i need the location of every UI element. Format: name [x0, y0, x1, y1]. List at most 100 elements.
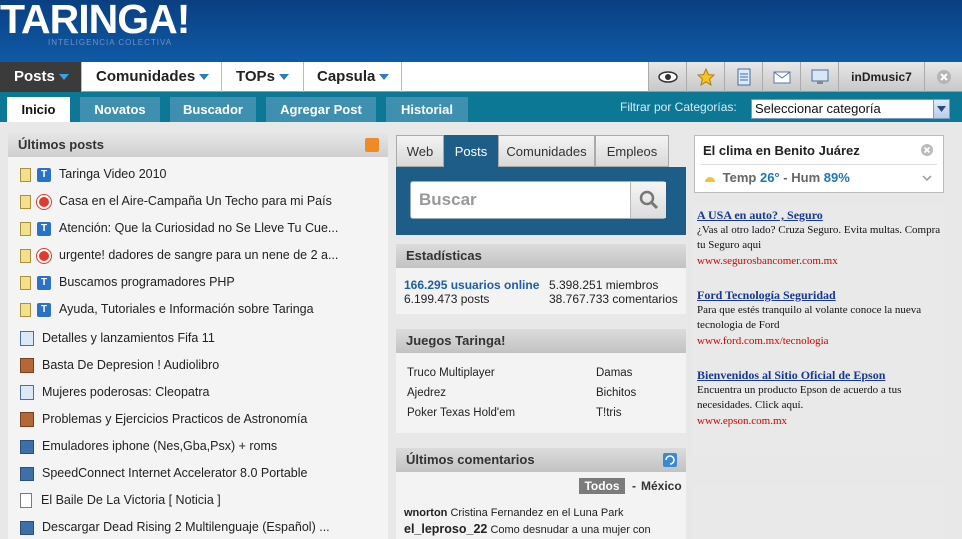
ad-url[interactable]: www.ford.com.mx/tecnologia [697, 335, 829, 347]
games-title: Juegos Taringa! [396, 329, 686, 353]
nav-posts[interactable]: Posts [0, 62, 82, 92]
list-item[interactable]: T Atención: Que la Curiosidad no Se Lleve… [20, 219, 338, 237]
post-title: Mujeres poderosas: Cleopatra [42, 385, 210, 399]
comments-count: 38.767.733 comentarios [549, 292, 678, 306]
post-title: urgente! dadores de sangre para un nene … [59, 248, 339, 262]
list-item[interactable]: Detalles y lanzamientos Fifa 11 [20, 329, 215, 347]
game-link[interactable]: Poker Texas Hold'em [407, 407, 515, 419]
list-item[interactable]: T Buscamos programadores PHP [20, 273, 235, 291]
post-title: Descargar Dead Rising 2 Multilenguaje (E… [42, 520, 330, 534]
sub-nav: Inicio Novatos Buscador Agregar Post His… [0, 92, 962, 122]
nav-posts-label: Posts [14, 68, 55, 85]
sticky-note-icon [20, 275, 31, 290]
list-item[interactable]: Emuladores iphone (Nes,Gba,Psx) + roms [20, 437, 277, 455]
tab-novatos[interactable]: Novatos [80, 97, 160, 122]
ad-description: Encuentra un producto Epson de acuerdo a… [697, 384, 902, 411]
list-item[interactable]: T Taringa Video 2010 [20, 165, 167, 183]
sticky-note-icon [20, 167, 31, 182]
search-icon [639, 190, 658, 210]
post-title: Casa en el Aire-Campaña Un Techo para mi… [59, 194, 332, 208]
ad-title-link[interactable]: Bienvenidos al Sitio Oficial de Epson [697, 368, 885, 383]
nav-capsula-label: Capsula [317, 68, 376, 85]
nav-tops[interactable]: TOPs [222, 62, 304, 92]
stats-title: Estadísticas [396, 244, 686, 268]
favorites-button[interactable] [686, 62, 724, 92]
site-header: TARINGA! INTELIGENCIA COLECTIVA [0, 0, 962, 62]
search-button[interactable] [630, 182, 666, 218]
search-box: Buscar [396, 167, 686, 235]
list-item[interactable]: El Baile De La Victoria [ Noticia ] [20, 491, 221, 509]
monitoring-button[interactable] [800, 62, 838, 92]
nav-comunidades-label: Comunidades [96, 68, 196, 85]
ad-title-link[interactable]: Ford Tecnología Seguridad [697, 288, 836, 303]
list-item[interactable]: urgente! dadores de sangre para un nene … [20, 246, 338, 264]
no-entry-icon [37, 194, 51, 209]
tab-agregar-post[interactable]: Agregar Post [266, 97, 376, 122]
filter-todos[interactable]: Todos [579, 478, 625, 494]
username-link[interactable]: inDmusic7 [838, 62, 924, 92]
book-icon [20, 385, 34, 401]
category-select[interactable]: Seleccionar categoría [751, 99, 950, 119]
sticky-note-icon [20, 221, 31, 236]
close-icon[interactable] [920, 143, 934, 157]
taringa-icon: T [37, 221, 51, 236]
game-link[interactable]: Damas [596, 367, 632, 379]
list-item[interactable]: Casa en el Aire-Campaña Un Techo para mi… [20, 192, 332, 210]
sticky-note-icon [20, 302, 31, 317]
nav-capsula[interactable]: Capsula [304, 62, 402, 92]
category-filter-label: Filtrar por Categorías: [620, 100, 737, 114]
my-posts-button[interactable] [724, 62, 762, 92]
list-item[interactable]: Problemas y Ejercicios Practicos de Astr… [20, 410, 307, 428]
nav-tops-label: TOPs [236, 68, 275, 85]
weather-separator: - [783, 170, 788, 185]
post-title: Basta De Depresion ! Audiolibro [42, 358, 220, 372]
divider [701, 164, 937, 165]
monitor-button[interactable] [648, 62, 686, 92]
list-item[interactable]: Descargar Dead Rising 2 Multilenguaje (E… [20, 518, 330, 536]
comments-header: Últimos comentarios [396, 448, 686, 472]
ad-description: Para que estés tranquilo al volante cono… [697, 304, 922, 331]
filter-mexico[interactable]: México [641, 478, 682, 494]
search-tab-web[interactable]: Web [396, 135, 444, 167]
post-title: Problemas y Ejercicios Practicos de Astr… [42, 412, 308, 426]
refresh-icon[interactable] [662, 452, 678, 468]
online-users-link[interactable]: 166.295 usuarios online [404, 278, 539, 292]
tab-buscador[interactable]: Buscador [170, 97, 256, 122]
ad-title-link[interactable]: A USA en auto? , Seguro [697, 208, 823, 223]
comment-item[interactable]: el_leproso_22 Como desnudar a una mujer … [404, 522, 651, 536]
chevron-down-icon[interactable] [922, 175, 932, 182]
messages-button[interactable] [762, 62, 800, 92]
nav-comunidades[interactable]: Comunidades [82, 62, 222, 92]
tab-inicio[interactable]: Inicio [7, 97, 70, 122]
comment-item[interactable]: wnorton Cristina Fernandez en el Luna Pa… [404, 507, 624, 519]
list-item[interactable]: Basta De Depresion ! Audiolibro [20, 356, 219, 374]
hum-label: Hum [791, 170, 821, 185]
game-link[interactable]: Truco Multiplayer [407, 367, 495, 379]
members-count: 5.398.251 miembros [549, 278, 659, 292]
user-toolbar: inDmusic7 [648, 62, 962, 92]
logout-button[interactable] [924, 62, 962, 92]
game-link[interactable]: Ajedrez [407, 387, 446, 399]
comment-text: Cristina Fernandez en el Luna Park [450, 507, 624, 519]
list-item[interactable]: SpeedConnect Internet Accelerator 8.0 Po… [20, 464, 307, 482]
search-input[interactable]: Buscar [410, 181, 666, 219]
search-tab-empleos[interactable]: Empleos [595, 135, 669, 167]
comment-user[interactable]: wnorton [404, 507, 447, 519]
list-item[interactable]: Mujeres poderosas: Cleopatra [20, 383, 209, 401]
site-logo[interactable]: TARINGA! [0, 0, 190, 43]
list-item[interactable]: T Ayuda, Tutoriales e Información sobre T… [20, 300, 314, 318]
weather-reading: Temp 26° - Hum 89% [703, 170, 850, 187]
temp-label: Temp [722, 170, 757, 185]
game-link[interactable]: Bichitos [596, 387, 636, 399]
game-link[interactable]: T!tris [596, 407, 622, 419]
chevron-down-icon[interactable] [933, 100, 949, 118]
rss-icon[interactable] [365, 138, 379, 152]
comment-user[interactable]: el_leproso_22 [404, 522, 487, 536]
chevron-down-icon [199, 74, 210, 81]
ad-url[interactable]: www.segurosbancomer.com.mx [697, 255, 838, 267]
tab-historial[interactable]: Historial [386, 97, 468, 122]
ad-url[interactable]: www.epson.com.mx [697, 415, 787, 427]
weather-title: El clima en Benito Juárez [703, 143, 860, 158]
search-tab-posts[interactable]: Posts [444, 135, 498, 167]
search-tab-comunidades[interactable]: Comunidades [498, 135, 595, 167]
